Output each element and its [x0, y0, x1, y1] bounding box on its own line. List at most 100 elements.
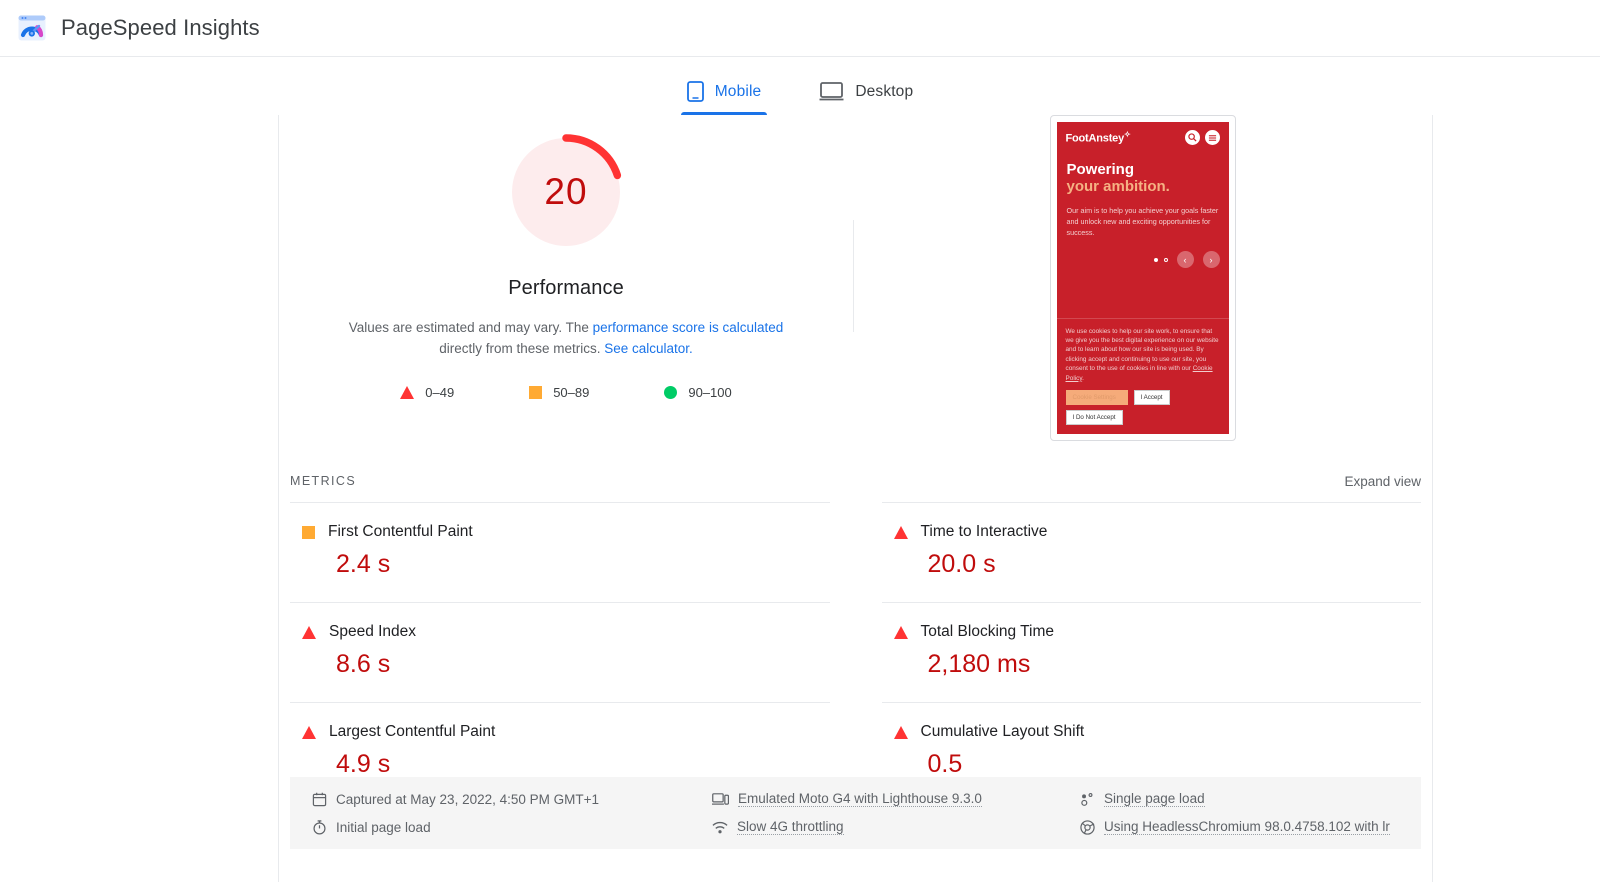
tab-desktop[interactable]: Desktop: [813, 68, 919, 115]
metric-value: 4.9 s: [336, 750, 391, 778]
tab-mobile-label: Mobile: [714, 82, 762, 100]
cookie-text-end: .: [1082, 374, 1084, 382]
red-triangle-icon: [893, 525, 908, 539]
legend-item-good: 90–100: [664, 385, 732, 400]
environment-item-label: Captured at May 23, 2022, 4:50 PM GMT+1: [336, 791, 600, 807]
red-triangle-icon: [302, 625, 316, 639]
screenshot-image: FootAnstey✧ Powering your ambition. Our …: [1056, 122, 1229, 434]
environment-item-label: Initial page load: [336, 819, 431, 835]
carousel-dot-active: [1153, 257, 1158, 262]
form-factor-tabs: Mobile Desktop: [0, 57, 1600, 115]
metric-value: 20.0 s: [927, 550, 996, 578]
expand-view-button[interactable]: Expand view: [1344, 474, 1421, 489]
performance-score-link[interactable]: performance score is calculated: [593, 320, 784, 335]
screenshot-column: FootAnstey✧ Powering your ambition. Our …: [853, 115, 1432, 441]
orange-square-icon: [529, 386, 543, 399]
metric-value: 2.4 s: [336, 550, 391, 578]
environment-item-label: Using HeadlessChromium 98.0.4758.102 wit…: [1104, 819, 1390, 835]
metric-row[interactable]: Total Blocking Time 2,180 ms: [881, 602, 1422, 702]
environment-item-label: Slow 4G throttling: [737, 819, 844, 835]
summary-section: 20 Performance Values are estimated and …: [279, 115, 1432, 460]
search-icon: [1184, 130, 1200, 145]
legend-label-good: 90–100: [688, 385, 732, 400]
score-column: 20 Performance Values are estimated and …: [279, 115, 853, 400]
red-triangle-icon: [400, 386, 415, 399]
metric-value: 2,180 ms: [927, 650, 1031, 678]
metric-header: Cumulative Layout Shift: [882, 723, 1422, 741]
tab-desktop-label: Desktop: [855, 82, 914, 100]
mobile-phone-icon: [686, 81, 704, 102]
orange-square-icon: [302, 525, 315, 539]
desktop-monitor-icon: [819, 82, 844, 101]
metric-value: 8.6 s: [336, 650, 391, 678]
app-header: PageSpeed Insights: [0, 0, 1600, 57]
stopwatch-icon: [312, 819, 327, 835]
category-title: Performance: [508, 277, 624, 299]
metric-header: Largest Contentful Paint: [290, 723, 830, 741]
metric-row[interactable]: Speed Index 8.6 s: [290, 602, 830, 702]
metric-name: Speed Index: [329, 623, 417, 640]
cookie-banner-text: We use cookies to help our site work, to…: [1066, 327, 1220, 383]
metric-header: Total Blocking Time: [882, 623, 1422, 641]
screenshot-carousel: ‹ ›: [1057, 251, 1229, 268]
metrics-grid: First Contentful Paint 2.4 s Time to Inter…: [290, 502, 1421, 802]
report-card: 20 Performance Values are estimated and …: [278, 115, 1433, 882]
environment-item-label: Emulated Moto G4 with Lighthouse 9.3.0: [738, 791, 982, 807]
description-text-1: Values are estimated and may vary. The: [348, 320, 593, 335]
environment-item[interactable]: Emulated Moto G4 with Lighthouse 9.3.0: [690, 791, 1058, 807]
performance-gauge: 20: [507, 133, 625, 251]
cookie-settings-button: Cookie Settings: [1065, 390, 1128, 405]
screenshot-heading-1: Powering: [1066, 161, 1135, 178]
environment-item[interactable]: Single page load: [1058, 791, 1421, 807]
description-text-2: directly from these metrics.: [439, 341, 605, 356]
device-icon: [712, 792, 729, 806]
screenshot-heading-2: your ambition.: [1066, 178, 1170, 195]
category-description: Values are estimated and may vary. The p…: [331, 317, 801, 359]
metric-row[interactable]: Time to Interactive 20.0 s: [881, 502, 1422, 602]
metric-header: Time to Interactive: [882, 523, 1422, 541]
tab-mobile[interactable]: Mobile: [680, 68, 768, 115]
metric-header: First Contentful Paint: [290, 523, 830, 541]
hamburger-menu-icon: [1204, 130, 1220, 145]
carousel-dot: [1163, 257, 1168, 262]
environment-item: Initial page load: [290, 819, 690, 835]
metric-header: Speed Index: [290, 623, 830, 641]
legend-label-average: 50–89: [553, 385, 590, 400]
screenshot-brand-name: FootAnstey: [1065, 132, 1125, 145]
final-screenshot[interactable]: FootAnstey✧ Powering your ambition. Our …: [1049, 115, 1236, 441]
screenshot-body-text: Our aim is to help you achieve your goal…: [1066, 206, 1219, 237]
performance-score: 20: [544, 171, 588, 212]
cookie-buttons-row-2: I Do Not Accept: [1065, 410, 1220, 425]
environment-item: Captured at May 23, 2022, 4:50 PM GMT+1: [290, 791, 690, 807]
legend-item-poor: 0–49: [400, 385, 454, 400]
network-icon: [712, 821, 728, 834]
cookie-accept-button: I Accept: [1133, 390, 1170, 405]
pagespeed-logo-icon[interactable]: [17, 13, 47, 43]
legend-label-poor: 0–49: [425, 385, 455, 400]
chrome-icon: [1080, 819, 1095, 835]
metric-row[interactable]: First Contentful Paint 2.4 s: [290, 502, 830, 602]
cookie-decline-button: I Do Not Accept: [1065, 410, 1123, 425]
carousel-prev-button: ‹: [1176, 251, 1194, 268]
cookie-buttons-row-1: Cookie Settings I Accept: [1065, 390, 1220, 405]
red-triangle-icon: [893, 625, 908, 639]
score-legend: 0–49 50–89 90–100: [400, 385, 732, 400]
metric-name: Cumulative Layout Shift: [920, 723, 1085, 740]
see-calculator-link[interactable]: See calculator.: [604, 341, 693, 356]
metric-name: Largest Contentful Paint: [329, 723, 496, 740]
metric-value: 0.5: [927, 750, 963, 778]
green-circle-icon: [664, 386, 678, 399]
legend-item-average: 50–89: [529, 385, 589, 400]
screenshot-cookie-banner: We use cookies to help our site work, to…: [1056, 317, 1229, 434]
page-title: PageSpeed Insights: [61, 15, 260, 40]
metrics-label: METRICS: [290, 474, 357, 488]
pageload-icon: [1080, 792, 1095, 807]
environment-item[interactable]: Using HeadlessChromium 98.0.4758.102 wit…: [1058, 819, 1421, 835]
metrics-header: METRICS Expand view: [279, 460, 1432, 502]
metric-name: Time to Interactive: [920, 523, 1048, 540]
screenshot-header-icons: [1184, 130, 1220, 145]
calendar-icon: [312, 792, 327, 807]
metric-name: First Contentful Paint: [328, 523, 473, 540]
environment-item[interactable]: Slow 4G throttling: [690, 819, 1058, 835]
carousel-next-button: ›: [1202, 251, 1220, 268]
